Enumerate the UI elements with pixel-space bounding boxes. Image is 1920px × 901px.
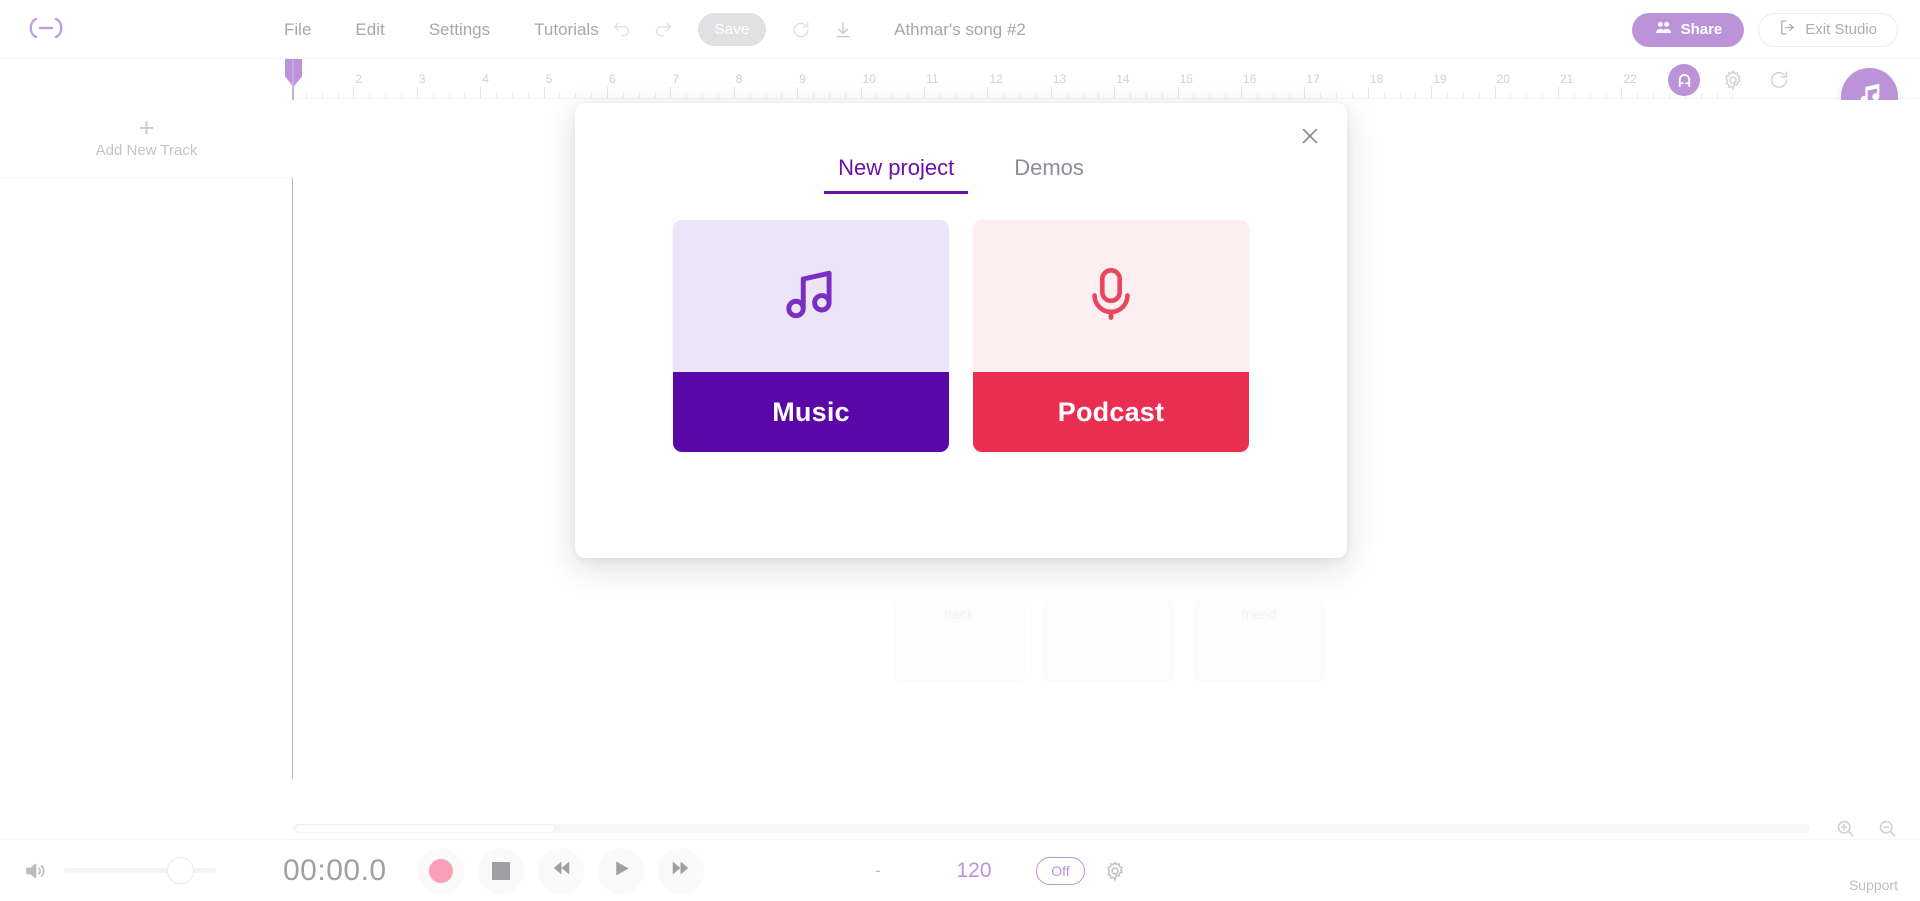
new-project-dialog: New project Demos Music Podcast	[575, 103, 1347, 558]
studio-app: File Edit Settings Tutorials Save	[0, 0, 1920, 901]
music-card-art	[673, 220, 949, 372]
project-type-cards: Music Podcast	[575, 220, 1347, 452]
microphone-icon	[1082, 263, 1140, 330]
project-card-podcast[interactable]: Podcast	[973, 220, 1249, 452]
music-note-icon	[780, 263, 842, 330]
close-icon[interactable]	[1295, 121, 1325, 151]
music-card-label: Music	[673, 372, 949, 452]
modal-tabs: New project Demos	[575, 151, 1347, 194]
podcast-card-label: Podcast	[973, 372, 1249, 452]
podcast-card-art	[973, 220, 1249, 372]
project-card-music[interactable]: Music	[673, 220, 949, 452]
tab-demos[interactable]: Demos	[1000, 151, 1098, 194]
tab-new-project[interactable]: New project	[824, 151, 969, 194]
